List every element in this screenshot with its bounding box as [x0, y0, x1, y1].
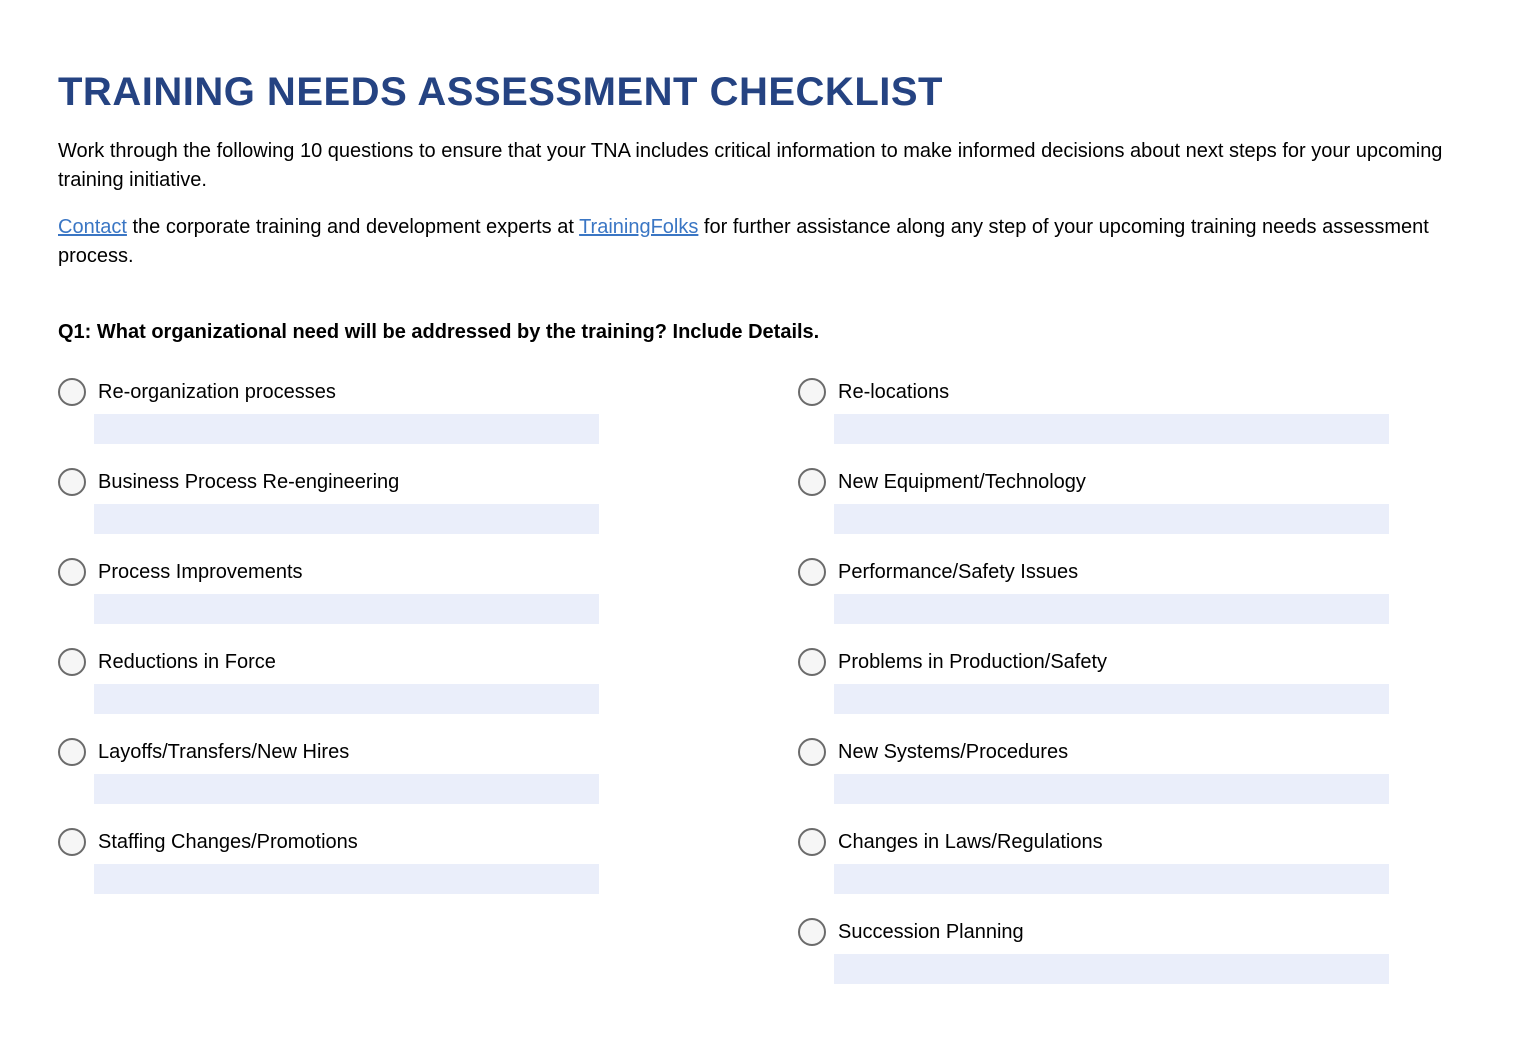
option-label: Staffing Changes/Promotions: [98, 831, 358, 854]
trainingfolks-link[interactable]: TrainingFolks: [579, 216, 698, 238]
radio-button[interactable]: [798, 378, 826, 406]
option-label: New Systems/Procedures: [838, 741, 1068, 764]
intro-paragraph-2: Contact the corporate training and devel…: [58, 213, 1478, 271]
document-page: TRAINING NEEDS ASSESSMENT CHECKLIST Work…: [0, 0, 1536, 1048]
detail-input[interactable]: [834, 864, 1389, 894]
option-item: Reductions in Force: [58, 648, 738, 714]
radio-button[interactable]: [798, 558, 826, 586]
option-label: Changes in Laws/Regulations: [838, 831, 1103, 854]
option-item: Succession Planning: [798, 918, 1478, 984]
detail-input[interactable]: [834, 504, 1389, 534]
page-title: TRAINING NEEDS ASSESSMENT CHECKLIST: [58, 70, 1478, 115]
options-column-right: Re-locations New Equipment/Technology Pe…: [798, 378, 1478, 1008]
detail-input[interactable]: [94, 774, 599, 804]
radio-button[interactable]: [58, 378, 86, 406]
option-item: New Equipment/Technology: [798, 468, 1478, 534]
radio-button[interactable]: [798, 648, 826, 676]
radio-button[interactable]: [58, 648, 86, 676]
option-item: Business Process Re-engineering: [58, 468, 738, 534]
detail-input[interactable]: [94, 684, 599, 714]
question-1-heading: Q1: What organizational need will be add…: [58, 321, 1478, 344]
option-label: Re-locations: [838, 381, 949, 404]
option-item: Re-organization processes: [58, 378, 738, 444]
options-column-left: Re-organization processes Business Proce…: [58, 378, 738, 1008]
detail-input[interactable]: [834, 684, 1389, 714]
option-label: Problems in Production/Safety: [838, 651, 1107, 674]
detail-input[interactable]: [94, 414, 599, 444]
option-label: Process Improvements: [98, 561, 303, 584]
detail-input[interactable]: [94, 594, 599, 624]
option-label: Performance/Safety Issues: [838, 561, 1078, 584]
radio-button[interactable]: [798, 828, 826, 856]
detail-input[interactable]: [834, 414, 1389, 444]
detail-input[interactable]: [94, 504, 599, 534]
radio-button[interactable]: [58, 468, 86, 496]
radio-button[interactable]: [798, 468, 826, 496]
option-label: Re-organization processes: [98, 381, 336, 404]
option-item: Process Improvements: [58, 558, 738, 624]
option-label: Reductions in Force: [98, 651, 276, 674]
contact-link[interactable]: Contact: [58, 216, 127, 238]
detail-input[interactable]: [834, 594, 1389, 624]
radio-button[interactable]: [798, 738, 826, 766]
option-label: Layoffs/Transfers/New Hires: [98, 741, 349, 764]
option-label: Business Process Re-engineering: [98, 471, 399, 494]
intro-paragraph-1: Work through the following 10 questions …: [58, 137, 1478, 195]
radio-button[interactable]: [58, 558, 86, 586]
detail-input[interactable]: [834, 774, 1389, 804]
option-item: Staffing Changes/Promotions: [58, 828, 738, 894]
intro-mid-text: the corporate training and development e…: [127, 216, 579, 238]
option-item: Performance/Safety Issues: [798, 558, 1478, 624]
option-item: Re-locations: [798, 378, 1478, 444]
option-item: Problems in Production/Safety: [798, 648, 1478, 714]
option-label: New Equipment/Technology: [838, 471, 1086, 494]
radio-button[interactable]: [58, 828, 86, 856]
option-item: Changes in Laws/Regulations: [798, 828, 1478, 894]
radio-button[interactable]: [798, 918, 826, 946]
option-item: Layoffs/Transfers/New Hires: [58, 738, 738, 804]
radio-button[interactable]: [58, 738, 86, 766]
options-columns: Re-organization processes Business Proce…: [58, 378, 1478, 1008]
detail-input[interactable]: [94, 864, 599, 894]
option-item: New Systems/Procedures: [798, 738, 1478, 804]
detail-input[interactable]: [834, 954, 1389, 984]
option-label: Succession Planning: [838, 921, 1024, 944]
